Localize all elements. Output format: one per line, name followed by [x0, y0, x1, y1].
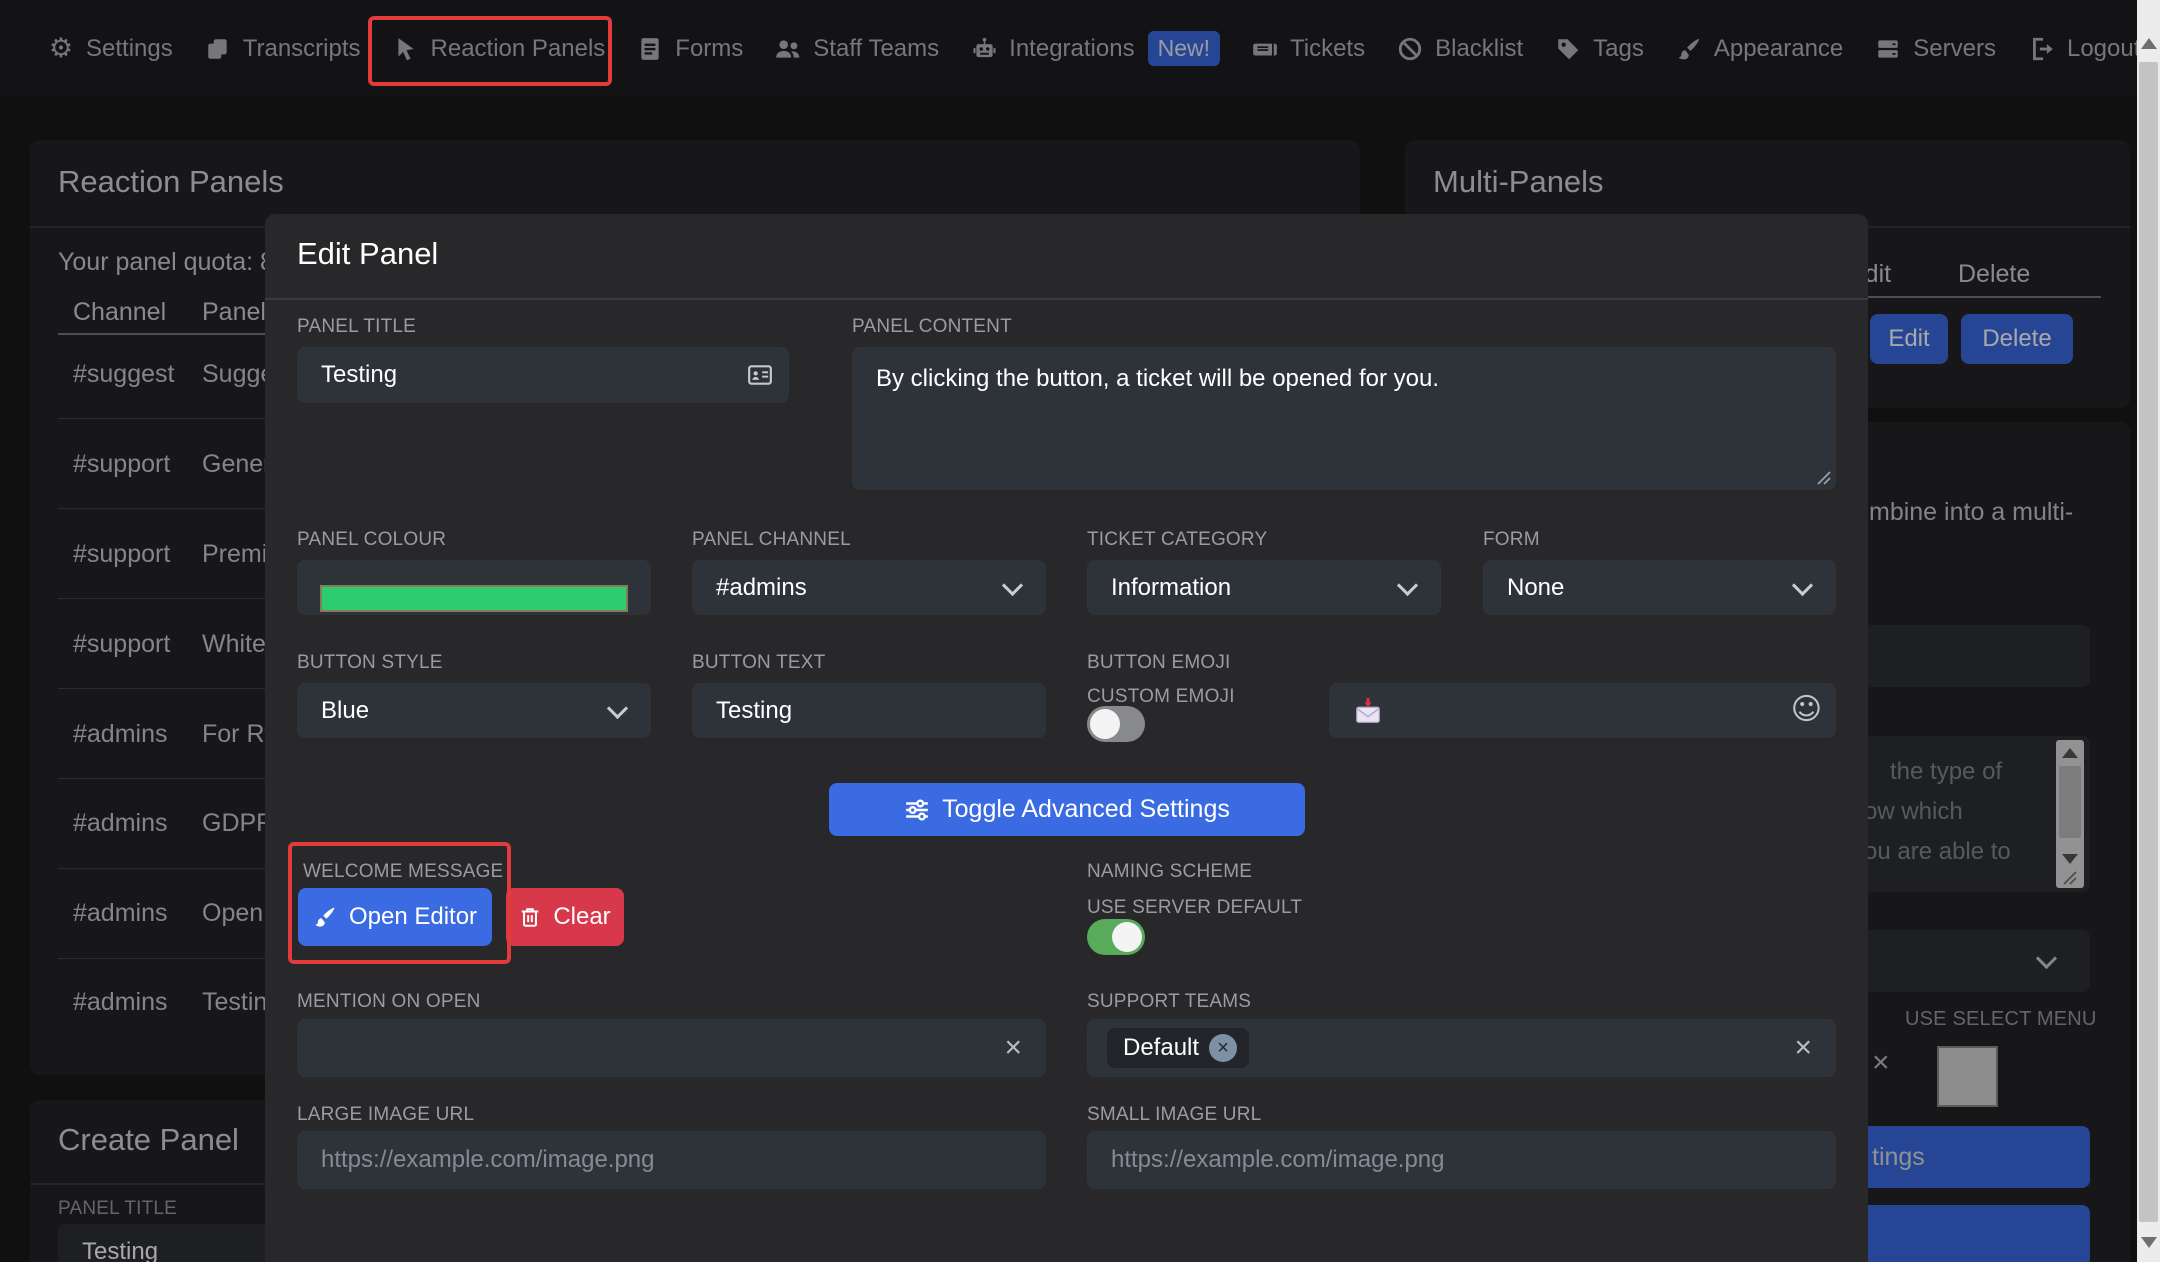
- button-emoji-input[interactable]: ☺: [1329, 683, 1836, 738]
- mention-on-open-label: MENTION ON OPEN: [297, 991, 481, 1012]
- mention-on-open-select[interactable]: ×: [297, 1019, 1046, 1077]
- small-image-url-label: SMALL IMAGE URL: [1087, 1104, 1262, 1125]
- panel-colour-picker[interactable]: [297, 560, 651, 615]
- support-team-chip: Default ×: [1107, 1028, 1250, 1068]
- small-image-url-input[interactable]: https://example.com/image.png: [1087, 1131, 1836, 1189]
- app-screen: ⚙ Settings Transcripts Reaction Panels F…: [0, 0, 2160, 1262]
- form-select[interactable]: None: [1483, 560, 1836, 615]
- support-teams-label: SUPPORT TEAMS: [1087, 991, 1252, 1012]
- envelope-with-arrow-emoji: [1356, 697, 1380, 723]
- input-placeholder: https://example.com/image.png: [321, 1146, 655, 1173]
- open-editor-button[interactable]: Open Editor: [298, 888, 492, 946]
- button-label: Clear: [553, 903, 611, 930]
- use-server-default-label: USE SERVER DEFAULT: [1087, 897, 1303, 918]
- button-style-select[interactable]: Blue: [297, 683, 651, 738]
- panel-channel-select[interactable]: #admins: [692, 560, 1046, 615]
- panel-colour-label: PANEL COLOUR: [297, 529, 447, 550]
- clear-selection-icon[interactable]: ×: [1794, 1033, 1812, 1063]
- modal-header-divider: [265, 298, 1868, 300]
- panel-content-label: PANEL CONTENT: [852, 316, 1012, 337]
- ticket-category-select[interactable]: Information: [1087, 560, 1441, 615]
- button-text-input[interactable]: Testing: [692, 683, 1046, 738]
- button-label: Open Editor: [348, 903, 478, 930]
- ticket-category-label: TICKET CATEGORY: [1087, 529, 1268, 550]
- clear-selection-icon[interactable]: ×: [1004, 1033, 1022, 1063]
- chip-label: Default: [1123, 1034, 1200, 1061]
- clear-welcome-message-button[interactable]: Clear: [506, 888, 624, 946]
- panel-content-textarea[interactable]: By clicking the button, a ticket will be…: [852, 347, 1836, 490]
- page-scrollbar[interactable]: [2137, 0, 2160, 1262]
- naming-scheme-label: NAMING SCHEME: [1087, 861, 1253, 882]
- modal-title: Edit Panel: [297, 236, 439, 271]
- scrollbar-up-arrow[interactable]: [2141, 38, 2157, 49]
- chevron-down-icon: [1791, 574, 1814, 596]
- panel-channel-label: PANEL CHANNEL: [692, 529, 851, 550]
- chevron-down-icon: [1396, 574, 1419, 596]
- chevron-down-icon: [606, 697, 629, 719]
- welcome-message-label: WELCOME MESSAGE: [303, 861, 504, 882]
- input-value: Testing: [716, 696, 793, 724]
- button-text-label: BUTTON TEXT: [692, 652, 826, 673]
- toggle-knob: [1112, 922, 1142, 952]
- custom-emoji-toggle[interactable]: [1087, 706, 1145, 742]
- form-label: FORM: [1483, 529, 1540, 550]
- panel-title-label: PANEL TITLE: [297, 316, 417, 337]
- select-value: Information: [1111, 573, 1232, 601]
- toggle-advanced-settings-button[interactable]: Toggle Advanced Settings: [829, 783, 1305, 836]
- smiley-icon[interactable]: ☺: [1791, 692, 1822, 727]
- scrollbar-thumb[interactable]: [2139, 62, 2158, 1222]
- resize-grip-icon[interactable]: [1816, 470, 1832, 486]
- sliders-icon: [906, 798, 928, 821]
- colour-swatch[interactable]: [320, 585, 628, 612]
- large-image-url-label: LARGE IMAGE URL: [297, 1104, 475, 1125]
- id-card-icon: [748, 365, 772, 385]
- panel-title-input[interactable]: Testing: [297, 347, 789, 403]
- use-server-default-toggle[interactable]: [1087, 919, 1145, 955]
- chevron-down-icon: [1001, 574, 1024, 596]
- large-image-url-input[interactable]: https://example.com/image.png: [297, 1131, 1046, 1189]
- toggle-knob: [1090, 709, 1120, 739]
- edit-panel-modal: Edit Panel PANEL TITLE Testing PANEL CON…: [265, 214, 1868, 1262]
- select-value: None: [1507, 573, 1565, 601]
- button-emoji-label: BUTTON EMOJI: [1087, 652, 1231, 673]
- trash-icon: [522, 908, 539, 927]
- input-value: Testing: [321, 361, 398, 388]
- button-style-label: BUTTON STYLE: [297, 652, 443, 673]
- scrollbar-down-arrow[interactable]: [2141, 1237, 2157, 1248]
- select-value: Blue: [321, 696, 370, 724]
- support-teams-select[interactable]: Default × ×: [1087, 1019, 1836, 1077]
- select-value: #admins: [716, 573, 807, 601]
- textarea-value: By clicking the button, a ticket will be…: [876, 365, 1439, 392]
- button-label: Toggle Advanced Settings: [942, 795, 1230, 823]
- custom-emoji-label: CUSTOM EMOJI: [1087, 686, 1235, 707]
- paintbrush-icon: [315, 907, 335, 927]
- remove-chip-icon[interactable]: ×: [1209, 1034, 1238, 1062]
- input-placeholder: https://example.com/image.png: [1111, 1146, 1445, 1173]
